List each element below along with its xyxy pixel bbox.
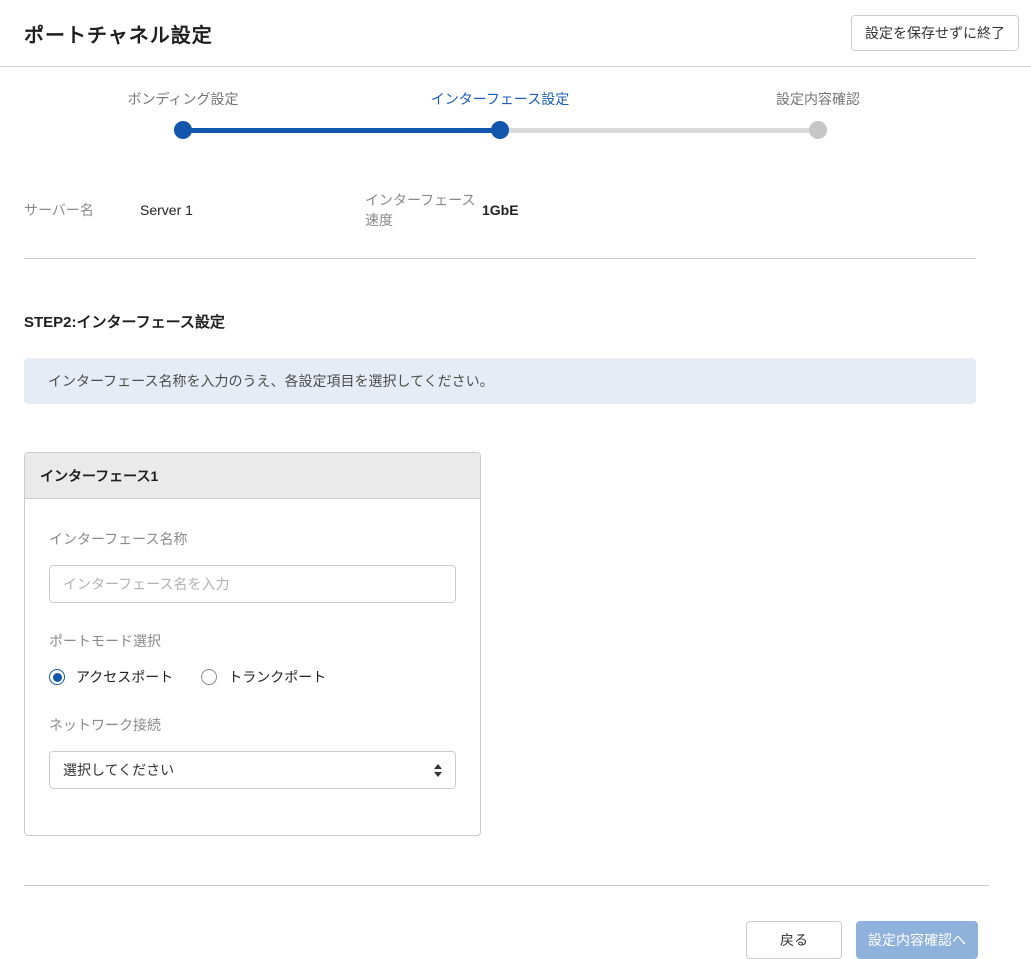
stepper-track-upcoming [500, 128, 818, 133]
port-channel-settings-page: ポートチャネル設定 設定を保存せずに終了 ボンディング設定 インターフェース設定… [0, 0, 1031, 932]
page-title: ポートチャネル設定 [24, 19, 213, 48]
interface-card-title: インターフェース1 [40, 466, 158, 486]
step-label-bonding[interactable]: ボンディング設定 [127, 89, 238, 109]
port-mode-label: ポートモード選択 [49, 631, 456, 651]
stepper-track-complete [183, 128, 500, 133]
notice-banner: インターフェース名称を入力のうえ、各設定項目を選択してください。 [24, 358, 976, 404]
header-bar: ポートチャネル設定 設定を保存せずに終了 [0, 0, 1031, 67]
radio-label-access-port[interactable]: アクセスポート [76, 667, 173, 687]
interface-card-body: インターフェース名称 ポートモード選択 アクセスポート トランクポート ネットワ… [25, 499, 480, 835]
footer-actions: 戻る 設定内容確認へ [0, 921, 978, 959]
step-dot-confirm[interactable] [809, 121, 827, 139]
summary-row: サーバー名 Server 1 インターフェース速度 1GbE [24, 190, 989, 230]
interface-speed-value: 1GbE [482, 202, 519, 218]
network-connection-selected-value: 選択してください [63, 760, 174, 780]
notice-text: インターフェース名称を入力のうえ、各設定項目を選択してください。 [48, 371, 494, 391]
wizard-stepper: ボンディング設定 インターフェース設定 設定内容確認 [0, 67, 1031, 157]
radio-option-trunk-port[interactable]: トランクポート [201, 667, 326, 687]
radio-button-icon[interactable] [49, 669, 65, 685]
interface-speed-label: インターフェース速度 [365, 190, 482, 230]
interface-name-input[interactable] [49, 565, 456, 603]
network-connection-select[interactable]: 選択してください [49, 751, 456, 789]
footer-divider [24, 885, 989, 886]
interface-card: インターフェース1 インターフェース名称 ポートモード選択 アクセスポート トラ… [24, 452, 481, 836]
server-name-label: サーバー名 [24, 200, 140, 220]
step-label-interface[interactable]: インターフェース設定 [431, 89, 569, 109]
exit-without-saving-button[interactable]: 設定を保存せずに終了 [851, 15, 1019, 51]
summary-divider [24, 258, 976, 259]
interface-name-label: インターフェース名称 [49, 529, 456, 549]
radio-button-icon[interactable] [201, 669, 217, 685]
radio-label-trunk-port[interactable]: トランクポート [228, 667, 326, 687]
step-dot-interface[interactable] [491, 121, 509, 139]
port-mode-radio-group: アクセスポート トランクポート [49, 667, 456, 687]
radio-option-access-port[interactable]: アクセスポート [49, 667, 173, 687]
confirm-settings-button[interactable]: 設定内容確認へ [856, 921, 978, 959]
step-heading: STEP2:インターフェース設定 [24, 311, 1007, 332]
step-dot-bonding[interactable] [174, 121, 192, 139]
interface-card-header: インターフェース1 [25, 453, 480, 499]
step-label-confirm[interactable]: 設定内容確認 [776, 89, 860, 109]
back-button[interactable]: 戻る [746, 921, 842, 959]
select-updown-arrows-icon [434, 764, 442, 777]
server-name-value: Server 1 [140, 202, 365, 218]
network-connection-label: ネットワーク接続 [49, 715, 456, 735]
